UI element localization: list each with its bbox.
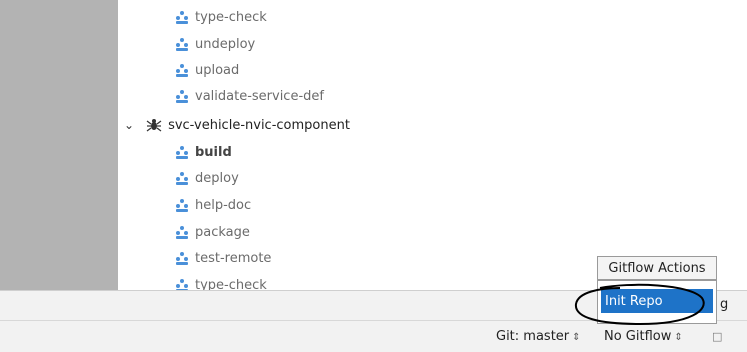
- gitflow-label: No Gitflow: [604, 329, 672, 344]
- left-gutter: [0, 0, 118, 290]
- task-people-icon: [175, 89, 189, 103]
- task-people-icon: [175, 145, 189, 159]
- task-item[interactable]: validate-service-def: [175, 85, 324, 107]
- git-branch-label: Git: master: [496, 329, 570, 344]
- spider-project-icon: [146, 117, 162, 133]
- hand-drawn-circle-annotation: [574, 283, 705, 326]
- git-branch-selector[interactable]: Git: master ⇕: [496, 329, 581, 344]
- task-item[interactable]: type-check: [175, 274, 267, 290]
- task-label: help-doc: [195, 197, 252, 213]
- task-people-icon: [175, 171, 189, 185]
- task-label: type-check: [195, 277, 267, 291]
- task-people-icon: [175, 10, 189, 24]
- task-people-icon: [175, 225, 189, 239]
- chevron-down-icon[interactable]: ⌄: [124, 118, 134, 132]
- task-label: validate-service-def: [195, 88, 324, 104]
- project-row[interactable]: ⌄ svc-vehicle-nvic-component: [124, 114, 350, 136]
- task-label: test-remote: [195, 250, 272, 266]
- task-item[interactable]: deploy: [175, 167, 239, 189]
- gitflow-selector[interactable]: No Gitflow ⇕: [604, 329, 683, 344]
- project-label: svc-vehicle-nvic-component: [168, 117, 350, 133]
- lock-icon[interactable]: □: [712, 330, 722, 343]
- task-label: upload: [195, 62, 240, 78]
- task-people-icon: [175, 251, 189, 265]
- gitflow-actions-title: Gitflow Actions: [597, 256, 717, 280]
- task-item[interactable]: type-check: [175, 6, 267, 28]
- task-item[interactable]: test-remote: [175, 247, 271, 269]
- task-people-icon: [175, 63, 189, 77]
- task-label: deploy: [195, 170, 239, 186]
- task-people-icon: [175, 278, 189, 290]
- task-item[interactable]: build: [175, 141, 232, 163]
- task-label: package: [195, 224, 250, 240]
- tool-strip-text: g: [720, 297, 729, 312]
- task-people-icon: [175, 198, 189, 212]
- task-label: type-check: [195, 9, 267, 25]
- task-label: undeploy: [195, 36, 256, 52]
- updown-arrows-icon: ⇕: [572, 332, 581, 343]
- updown-arrows-icon: ⇕: [674, 332, 683, 343]
- task-item[interactable]: package: [175, 221, 250, 243]
- task-item[interactable]: undeploy: [175, 33, 255, 55]
- task-label: build: [195, 144, 232, 160]
- task-item[interactable]: upload: [175, 59, 239, 81]
- task-people-icon: [175, 37, 189, 51]
- task-item[interactable]: help-doc: [175, 194, 251, 216]
- task-tree: type-check undeploy upload validate-serv…: [118, 0, 747, 290]
